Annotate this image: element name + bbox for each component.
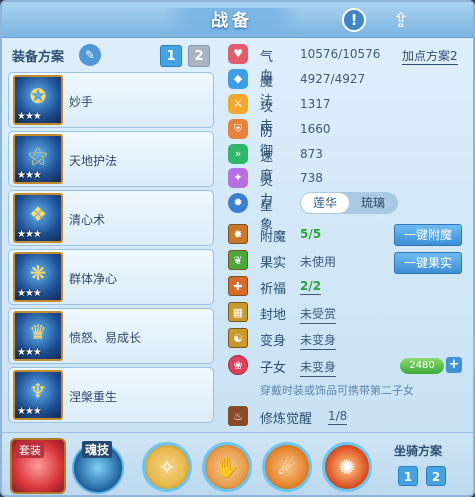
mount-scheme-tab-2[interactable]: 2	[426, 466, 446, 486]
mount-scheme-label: 坐骑方案	[394, 444, 443, 458]
orb-skill-4-icon[interactable]: ✺	[322, 442, 372, 492]
skill-icon: ✪ ★★★	[13, 75, 63, 125]
skill-name: 涅槃重生	[69, 390, 118, 404]
edit-scheme-icon[interactable]: ✎	[79, 44, 101, 66]
skill-icon: ⚝ ★★★	[13, 134, 63, 184]
equip-scheme-label: 装备方案	[12, 50, 65, 65]
skill-name: 天地护法	[69, 154, 118, 168]
speed-icon: »	[228, 144, 248, 164]
star-sign-icon: ✹	[228, 193, 248, 213]
skill-name: 妙手	[69, 95, 94, 109]
cultivation-icon: ♨	[228, 406, 248, 426]
skill-icon: ❖ ★★★	[13, 193, 63, 243]
star-sign-option-lianhua[interactable]: 莲华	[301, 193, 349, 213]
skill-row[interactable]: ♆ ★★★ 涅槃重生	[8, 367, 214, 423]
header-bar: 战备 ! ⇪	[2, 2, 473, 38]
skill-icon: ♛ ★★★	[13, 311, 63, 361]
skill-name: 群体净心	[69, 272, 118, 286]
skill-icon: ❋ ★★★	[13, 252, 63, 302]
spirit-icon: ✦	[228, 168, 248, 188]
skill-row[interactable]: ✪ ★★★ 妙手	[8, 72, 214, 128]
equip-scheme-tab-1[interactable]: 1	[160, 45, 182, 67]
help-icon[interactable]: !	[342, 8, 366, 32]
attack-icon: ⚔	[228, 94, 248, 114]
share-icon[interactable]: ⇪	[386, 7, 416, 33]
star-sign-toggle: 莲华 琉璃	[300, 192, 398, 214]
one-click-fruit-button[interactable]: 一键果实	[394, 252, 462, 274]
child-value-badge: 2480	[400, 358, 444, 374]
skill-icon: ♆ ★★★	[13, 370, 63, 420]
skill-row[interactable]: ⚝ ★★★ 天地护法	[8, 131, 214, 187]
orb-skill-1-icon[interactable]: ✧	[142, 442, 192, 492]
skill-row[interactable]: ❖ ★★★ 清心术	[8, 190, 214, 246]
equip-scheme-tab-2[interactable]: 2	[188, 45, 210, 67]
fruit-icon: ❦	[228, 250, 248, 270]
enchant-icon: ✸	[228, 224, 248, 244]
page-title: 战备	[162, 8, 302, 34]
skill-row[interactable]: ❋ ★★★ 群体净心	[8, 249, 214, 305]
star-sign-option-liuli[interactable]: 琉璃	[349, 193, 397, 213]
heart-icon: ♥	[228, 44, 248, 64]
add-child-button[interactable]: +	[446, 357, 462, 373]
skill-row[interactable]: ♛ ★★★ 愤怒、易成长	[8, 308, 214, 364]
orb-skill-3-icon[interactable]: ☄	[262, 442, 312, 492]
skill-name: 愤怒、易成长	[69, 331, 142, 345]
child-hint-text: 穿戴时装或饰品可携带第二子女	[260, 384, 414, 397]
defense-icon: ⛨	[228, 119, 248, 139]
child-icon: ❀	[228, 355, 248, 375]
orb-skill-2-icon[interactable]: ✋	[202, 442, 252, 492]
skill-name: 清心术	[69, 213, 106, 227]
battle-prep-panel: 战备 ! ⇪ 装备方案 ✎ 1 2 ✪ ★★★ 妙手 ⚝ ★★★ 天地护法 ❖ ★★★…	[0, 0, 475, 497]
add-point-scheme-link[interactable]: 加点方案2	[402, 47, 458, 65]
transform-icon: ☯	[228, 328, 248, 348]
fief-icon: ▦	[228, 302, 248, 322]
one-click-enchant-button[interactable]: 一键附魔	[394, 224, 462, 246]
bless-icon: ✚	[228, 276, 248, 296]
suit-label: 套装	[16, 442, 44, 458]
mount-scheme-tab-1[interactable]: 1	[398, 466, 418, 486]
soul-skill-label: 魂技	[82, 441, 113, 458]
mana-icon: ◆	[228, 69, 248, 89]
